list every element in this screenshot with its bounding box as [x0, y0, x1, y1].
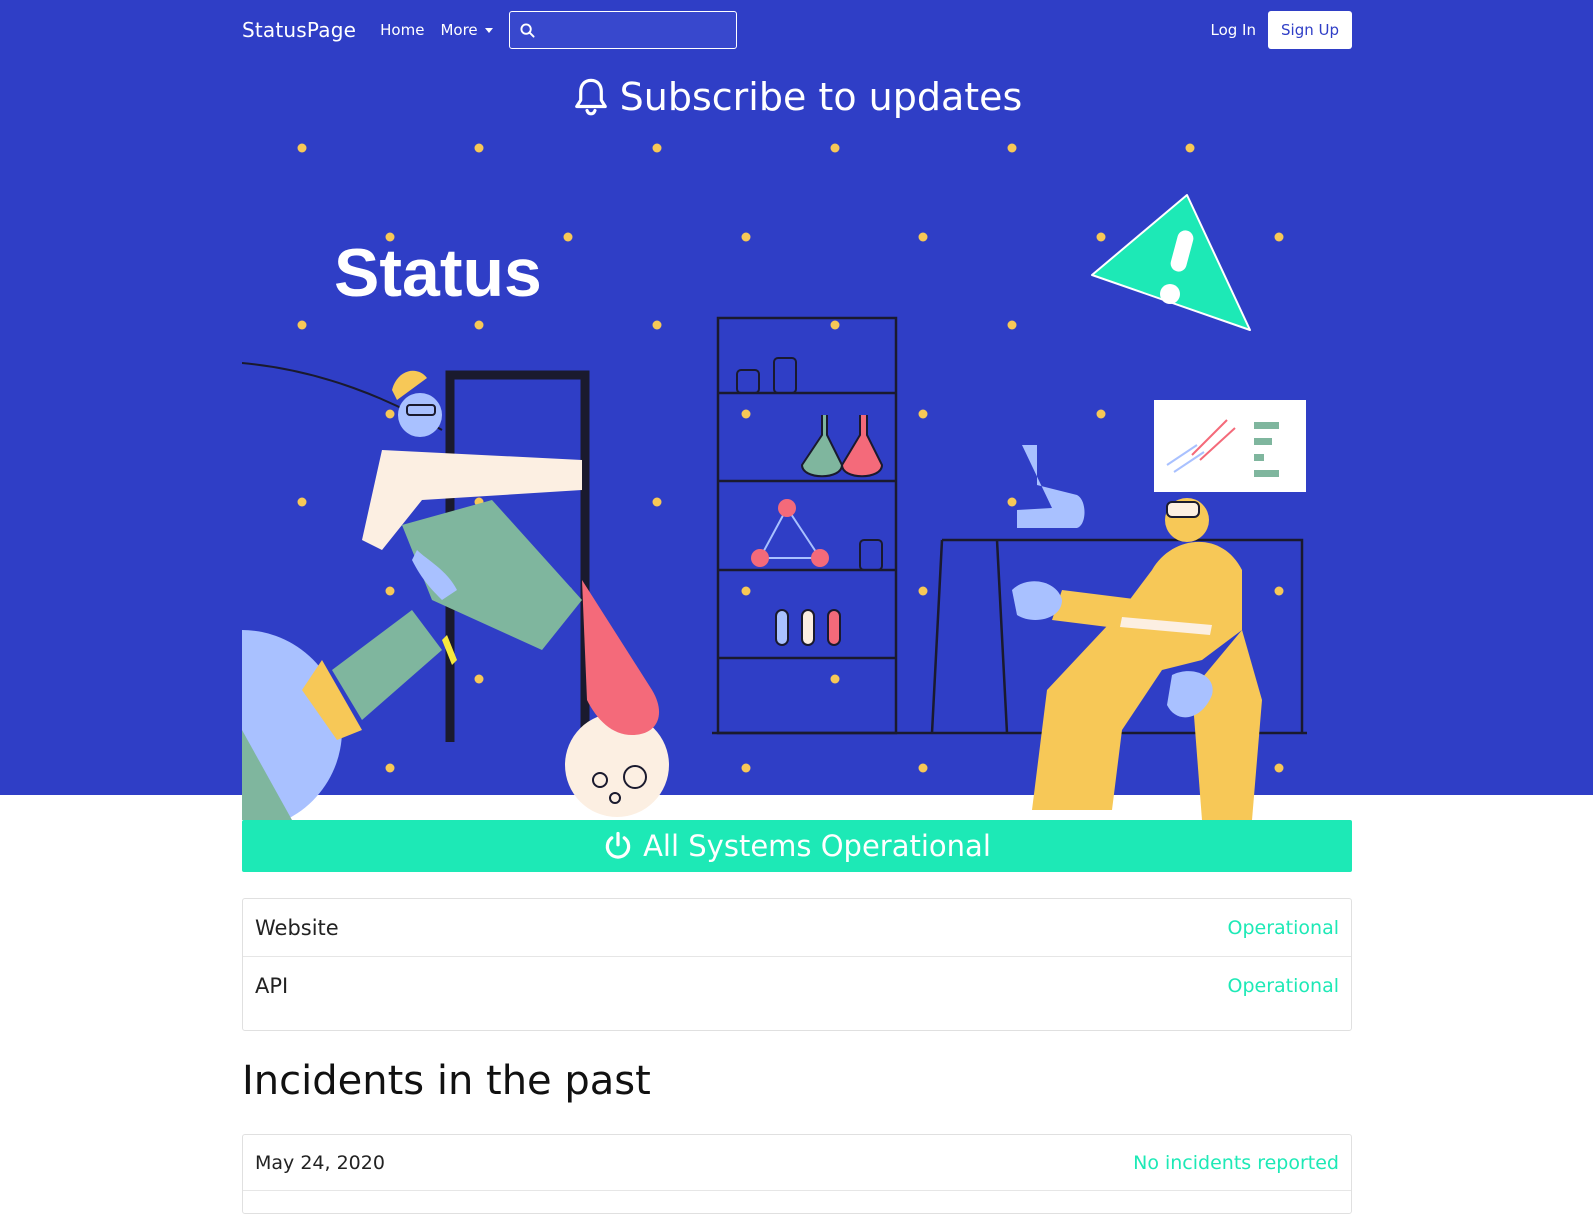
nav-home-link[interactable]: Home	[380, 21, 424, 39]
component-name: API	[255, 974, 289, 998]
components-list: Website Operational API Operational	[242, 898, 1352, 1031]
incident-day-row: May 24, 2020 No incidents reported	[243, 1135, 1351, 1191]
component-name: Website	[255, 915, 339, 940]
overall-status-label: All Systems Operational	[643, 829, 991, 863]
component-status: Operational	[1227, 916, 1339, 939]
search-box[interactable]	[508, 11, 737, 49]
subscribe-link[interactable]: Subscribe to updates	[242, 72, 1352, 122]
nav-right: Log In Sign Up	[1211, 11, 1352, 49]
hero-illustration: Status	[242, 130, 1352, 820]
incident-status: No incidents reported	[1133, 1151, 1339, 1174]
login-link[interactable]: Log In	[1211, 21, 1257, 39]
incidents-heading: Incidents in the past	[242, 1058, 651, 1104]
navbar: StatusPage Home More Log In Sign Up	[242, 10, 1352, 50]
caret-down-icon	[484, 27, 493, 33]
search-icon	[520, 22, 535, 38]
nav-more-dropdown[interactable]: More	[440, 21, 493, 39]
component-status: Operational	[1227, 975, 1339, 997]
signup-button[interactable]: Sign Up	[1268, 11, 1352, 49]
component-row: Website Operational	[243, 899, 1351, 957]
overall-status-banner: All Systems Operational	[242, 820, 1352, 872]
incidents-list: May 24, 2020 No incidents reported	[242, 1134, 1352, 1214]
hero-title: Status	[334, 235, 542, 311]
power-icon	[605, 831, 631, 859]
incident-date: May 24, 2020	[255, 1151, 385, 1174]
component-row: API Operational	[243, 957, 1351, 1015]
bell-icon	[574, 78, 607, 116]
nav-more-label: More	[440, 21, 478, 39]
brand-logo[interactable]: StatusPage	[242, 18, 356, 42]
search-input[interactable]	[540, 22, 721, 38]
subscribe-label: Subscribe to updates	[619, 75, 1023, 119]
